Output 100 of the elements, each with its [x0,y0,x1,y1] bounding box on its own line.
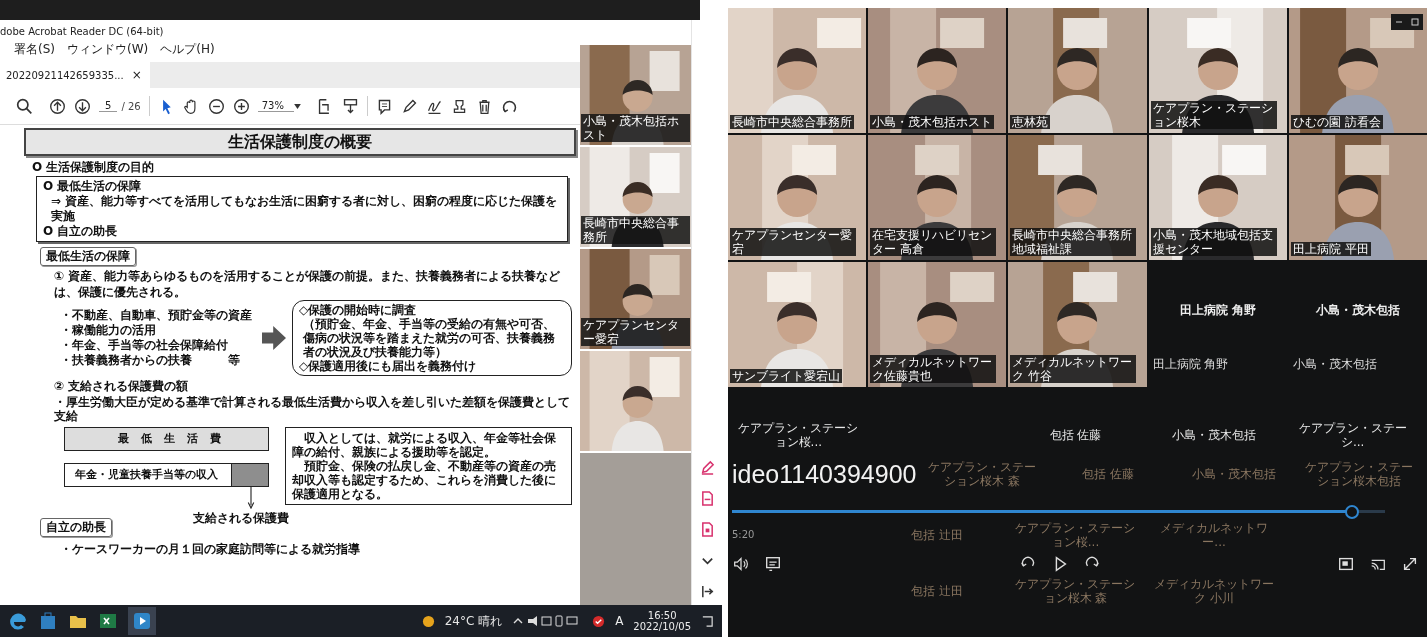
caption-name: 包括 辻田 [910,584,963,598]
down-arrow [247,487,255,509]
progress-thumb[interactable] [1345,505,1360,519]
purpose-text: ⇒ 資産、能力等すべてを活用してもなお生活に困窮する者に対し、困窮の程度に応じた保護を実施 [50,194,559,224]
participant-name: メディカルネットワーク佐藤貴也 [870,355,997,383]
weather-text[interactable]: 24°C 晴れ [444,612,503,630]
progress-track[interactable] [732,505,1385,519]
participant-name: 長崎市中央総合事務所地域福祉課 [1010,228,1137,256]
pen-icon[interactable] [699,460,715,475]
participant-name: 小島・茂木包括 [1314,302,1401,319]
caption-name: 包括 佐藤 [1049,428,1102,442]
participant-name: 小島・茂木包括ホスト [870,115,995,129]
fullscreen-icon[interactable] [1401,555,1419,573]
bullet-text: ・ケースワーカーの月１回の家庭訪問等による就労指導 [59,542,361,556]
participant-name: 長崎市中央総合事務所 [730,115,854,129]
page-total: / 26 [121,100,141,112]
page-up-icon[interactable] [49,97,66,115]
participant-name: 小島・茂木地域包括支援センター [1150,228,1277,256]
document-tab[interactable]: 20220921142659335... × [0,62,150,88]
browser-icon[interactable] [8,611,28,631]
participant-name: ひむの園 訪看会 [1290,115,1383,129]
participant-name: 小島・茂木包括ホスト [581,114,691,142]
caption-name: メディカルネットワー... [1159,521,1270,549]
benefit-block [231,463,269,487]
menu-item[interactable]: ヘルプ(H) [160,40,215,58]
bullet-text: ・厚生労働大臣が定める基準で計算される最低生活費から収入を差し引いた差額を保護費として支給 [53,395,571,423]
minimum-cost-bar: 最 低 生 活 費 [64,427,269,451]
video-title: ideo1140394900 [732,459,917,489]
page-field[interactable]: 5 [99,100,118,112]
subtitles-icon[interactable] [764,555,782,573]
note-text: 収入としては、就労による収入、年金等社会保障の給付、親族による援助等を認定。 [292,431,557,459]
caption-name: 包括 辻田 [910,528,963,542]
zoom-in-icon[interactable] [232,97,250,115]
participant-name: 長崎市中央総合事務所 [581,216,691,244]
participant-name: 田上病院 角野 [1152,356,1229,373]
slide-title: 生活保護制度の概要 [24,128,576,156]
store-icon[interactable] [38,611,58,631]
security-icon[interactable] [592,614,606,628]
restore-icon[interactable] [1410,17,1420,27]
participant-name: ケアプランセンター愛宕 [730,228,856,256]
point-text: ① 資産、能力等あらゆるものを活用することが保護の前提。また、扶養義務者による扶養などは、保護に優先される。 [53,268,562,300]
caret-icon[interactable] [293,103,301,109]
menu-item[interactable]: ウィンドウ(W) [67,40,149,58]
purpose-text: O 最低生活の保障 [43,179,143,194]
bullet-text: ・不動産、自動車、預貯金等の資産 [60,308,253,323]
participant-name: ケアプラン・ステーション桜木 [1150,101,1277,129]
survey-text: ◇保護の開始時に調査 [299,303,418,317]
section-tag: 自立の助長 [40,518,112,537]
section-tag: 最低生活の保障 [40,247,136,266]
menu-item[interactable]: 署名(S) [14,40,55,58]
elapsed-time: 5:20 [732,528,755,542]
survey-text: ◇保護適用後にも届出を義務付け [299,359,478,373]
download-icon[interactable] [341,97,359,115]
media-player-icon[interactable] [128,607,156,635]
collapse-icon[interactable] [699,584,715,599]
participant-name: 田上病院 角野 [1178,302,1257,319]
benefit-label: 支給される保護費 [193,511,289,526]
page-down-icon[interactable] [74,97,91,115]
caption-name: ケアプラン・ステーション桜木 森 [927,460,1038,488]
notification-icon[interactable] [701,614,714,628]
purpose-text: O 自立の助長 [43,224,119,239]
participant-name: ケアプランセンター愛宕 [581,318,691,346]
app-title: dobe Acrobat Reader DC (64-bit) [0,26,165,39]
mini-player-icon[interactable] [1337,555,1355,573]
bullet-text: ・稼働能力の活用 [60,323,157,338]
participant-name: サンブライト愛宕山 [730,369,842,383]
ime-indicator[interactable]: A [615,614,624,628]
volume-icon[interactable] [732,555,750,573]
caption-name: 包括 佐藤 [1082,467,1134,481]
participant-name: 恵林苑 [1010,115,1051,129]
caption-name: ケアプラン・ステーション桜木包括 [1304,460,1415,488]
pen-icon[interactable] [400,97,418,115]
document-icon[interactable] [699,522,715,537]
tab-label: 20220921142659335... [6,69,124,81]
caption-name: 小島・茂木包括 [1191,467,1276,481]
survey-text: （預貯金、年金、手当等の受給の有無や可否、傷病の状況等を踏まえた就労の可否、扶養義務者の状況及び扶養能力等） [301,317,556,359]
arrow-icon [262,326,286,350]
participant-name: 小島・茂木包括 [1292,356,1377,373]
income-bar: 年金・児童扶養手当等の収入 [64,463,231,487]
weather-icon [421,614,435,628]
zoom-dropdown[interactable]: 73% [257,100,294,112]
bullet-text: ・年金、手当等の社会保障給付 [60,338,229,353]
caption-name: メディカルネットワーク 小川 [1153,577,1276,605]
zoom-out-icon[interactable] [207,97,225,115]
document-icon[interactable] [699,491,715,506]
point-text: ② 支給される保護費の額 [53,378,190,394]
close-button[interactable]: × [131,68,142,82]
spreadsheet-icon[interactable] [98,611,118,631]
bullet-text: ・扶養義務者からの扶養 等 [60,353,241,368]
note-text: 預貯金、保険の払戻し金、不動産等の資産の売却収入等も認定するため、これらを消費した後に保護適用となる。 [292,459,557,501]
participant-name: 田上病院 平田 [1290,242,1371,256]
section-heading: O 生活保護制度の目的 [32,160,156,174]
participant-name: 在宅支援リハビリセンター 高倉 [870,228,997,256]
search-icon[interactable] [16,97,33,115]
clock-date: 2022/10/05 [633,621,691,632]
caption-name: ケアプラン・ステーション桜... [737,421,860,449]
caption-name: ケアプラン・ステーション桜... [1014,521,1137,549]
caption-name: ケアプラン・ステーション桜木 森 [1014,577,1137,605]
participant-name: メディカルネットワーク 竹谷 [1010,355,1137,383]
caption-name: ケアプラン・ステーシ... [1297,421,1408,449]
